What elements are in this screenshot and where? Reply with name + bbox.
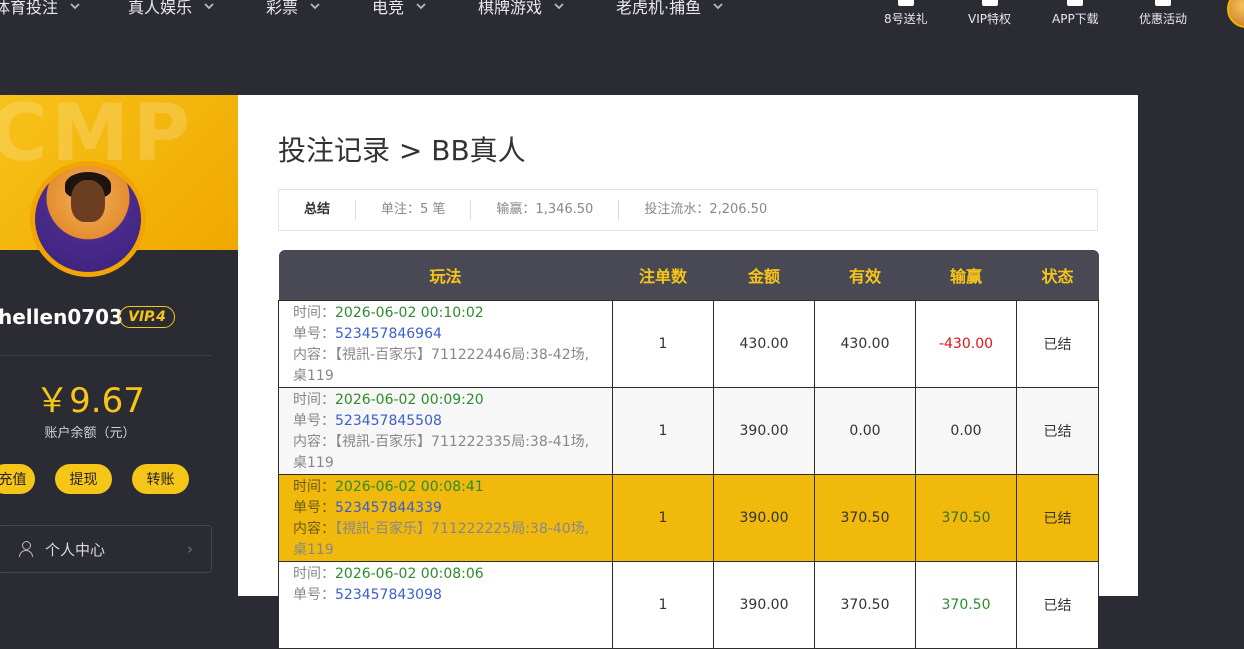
bet-win-loss: 370.50 [915,474,1017,562]
bet-valid: 370.50 [814,561,916,649]
nav-item-sports[interactable]: 体育投注 [0,0,82,18]
table-row[interactable]: 时间：2026-06-02 00:08:06 单号：523457843098 1… [278,561,1099,649]
bet-time: 2026-06-02 00:08:06 [335,566,484,582]
user-avatar-small[interactable] [1227,0,1244,28]
bet-amount: 390.00 [713,387,815,475]
bet-order-number[interactable]: 523457844339 [335,500,442,516]
bet-amount: 390.00 [713,561,815,649]
table-row[interactable]: 时间：2026-06-02 00:10:02 单号：523457846964 内… [278,300,1099,388]
bet-count: 1 [612,474,714,562]
bet-count: 1 [612,387,714,475]
grid-icon [1155,0,1171,6]
bet-status: 已结 [1016,300,1099,388]
top-link-gift[interactable]: 8号送礼 [884,0,928,27]
gift-icon [897,0,914,6]
bet-order-number[interactable]: 523457846964 [335,326,442,342]
bet-amount: 430.00 [713,300,815,388]
transfer-button[interactable]: 转账 [132,464,189,494]
column-header: 状态 [1016,250,1099,301]
column-header: 金额 [713,250,815,301]
bet-win-loss: 0.00 [915,387,1017,475]
sidebar-item-label: 个人中心 [45,540,106,559]
bet-detail-cell: 时间：2026-06-02 00:09:20 单号：523457845508 内… [278,387,613,475]
chevron-down-icon [204,3,214,10]
bet-records-table: 玩法 注单数 金额 有效 输赢 状态 时间：2026-06-02 00:10:0… [278,250,1099,649]
nav-item-live-casino[interactable]: 真人娱乐 [128,0,216,18]
summary-bet-count: 单注：5 笔 [356,200,472,220]
balance-label: 账户余额（元） [44,426,136,441]
sidebar-item-personal-center[interactable]: 个人中心 › [0,525,212,573]
bet-time: 2026-06-02 00:10:02 [335,305,484,321]
main-content: 投注记录 > BB真人 总结 单注：5 笔 输赢：1,346.50 投注流水：2… [238,95,1138,649]
table-header: 玩法 注单数 金额 有效 输赢 状态 [278,250,1099,301]
chevron-down-icon [713,3,723,10]
bet-status: 已结 [1016,387,1099,475]
bet-amount: 390.00 [713,474,815,562]
top-navigation: 体育投注 真人娱乐 彩票 电竞 棋牌游戏 老虎机·捕鱼 8号送礼 VIP特权 A… [0,0,1244,40]
column-header: 输赢 [915,250,1017,301]
bet-time: 2026-06-02 00:08:41 [335,479,484,495]
nav-item-slots-fishing[interactable]: 老虎机·捕鱼 [616,0,725,18]
chevron-down-icon [554,3,564,10]
withdraw-button[interactable]: 提现 [55,464,112,494]
top-link-vip[interactable]: VIP特权 [968,0,1011,27]
phone-icon [1067,0,1084,6]
table-row[interactable]: 时间：2026-06-02 00:09:20 单号：523457845508 内… [278,387,1099,475]
nav-item-esports[interactable]: 电竞 [372,0,428,18]
bet-order-number[interactable]: 523457845508 [335,413,442,429]
bet-content: 【視訊-百家乐】711222225局:38-40场,桌119 [293,521,590,558]
chevron-right-icon: › [187,540,193,558]
bet-time: 2026-06-02 00:09:20 [335,392,484,408]
user-icon [19,541,33,557]
avatar-photo [35,166,141,272]
bet-order-number[interactable]: 523457843098 [335,587,442,603]
column-header: 玩法 [278,250,613,301]
deposit-button[interactable]: 充值 [0,464,35,494]
username: hellen0703 [0,305,123,329]
summary-turnover: 投注流水：2,206.50 [644,202,768,217]
balance-amount: ￥9.67 [35,381,145,421]
summary-win-loss: 输赢：1,346.50 [471,200,620,220]
bet-valid: 370.50 [814,474,916,562]
bet-status: 已结 [1016,561,1099,649]
bet-detail-cell: 时间：2026-06-02 00:08:41 单号：523457844339 内… [278,474,613,562]
bet-count: 1 [612,561,714,649]
bet-detail-cell: 时间：2026-06-02 00:08:06 单号：523457843098 [278,561,613,649]
divider [0,355,212,356]
chevron-down-icon [70,3,80,10]
vip-badge: VIP.4 [119,306,175,328]
nav-item-card-games[interactable]: 棋牌游戏 [478,0,566,18]
profile-sidebar: CMP hellen0703 VIP.4 ￥9.67 账户余额（元） 充值 提现… [0,95,238,596]
summary-heading: 总结 [279,200,357,220]
chevron-down-icon [416,3,426,10]
bet-status: 已结 [1016,474,1099,562]
page-title: 投注记录 > BB真人 [278,134,526,167]
chevron-down-icon [310,3,320,10]
bet-content: 【視訊-百家乐】711222446局:38-42场,桌119 [293,347,590,384]
bet-valid: 430.00 [814,300,916,388]
column-header: 有效 [814,250,916,301]
avatar [30,161,146,277]
bet-detail-cell: 时间：2026-06-02 00:10:02 单号：523457846964 内… [278,300,613,388]
table-row[interactable]: 时间：2026-06-02 00:08:41 单号：523457844339 内… [278,474,1099,562]
bet-content: 【視訊-百家乐】711222335局:38-41场,桌119 [293,434,590,471]
nav-item-lottery[interactable]: 彩票 [266,0,322,18]
bet-valid: 0.00 [814,387,916,475]
top-link-promotions[interactable]: 优惠活动 [1139,0,1187,27]
column-header: 注单数 [612,250,714,301]
bet-count: 1 [612,300,714,388]
top-link-app[interactable]: APP下载 [1052,0,1099,27]
summary-bar: 总结 单注：5 笔 输赢：1,346.50 投注流水：2,206.50 [278,189,1098,231]
bet-win-loss: -430.00 [915,300,1017,388]
bet-win-loss: 370.50 [915,561,1017,649]
crown-icon [981,0,998,6]
